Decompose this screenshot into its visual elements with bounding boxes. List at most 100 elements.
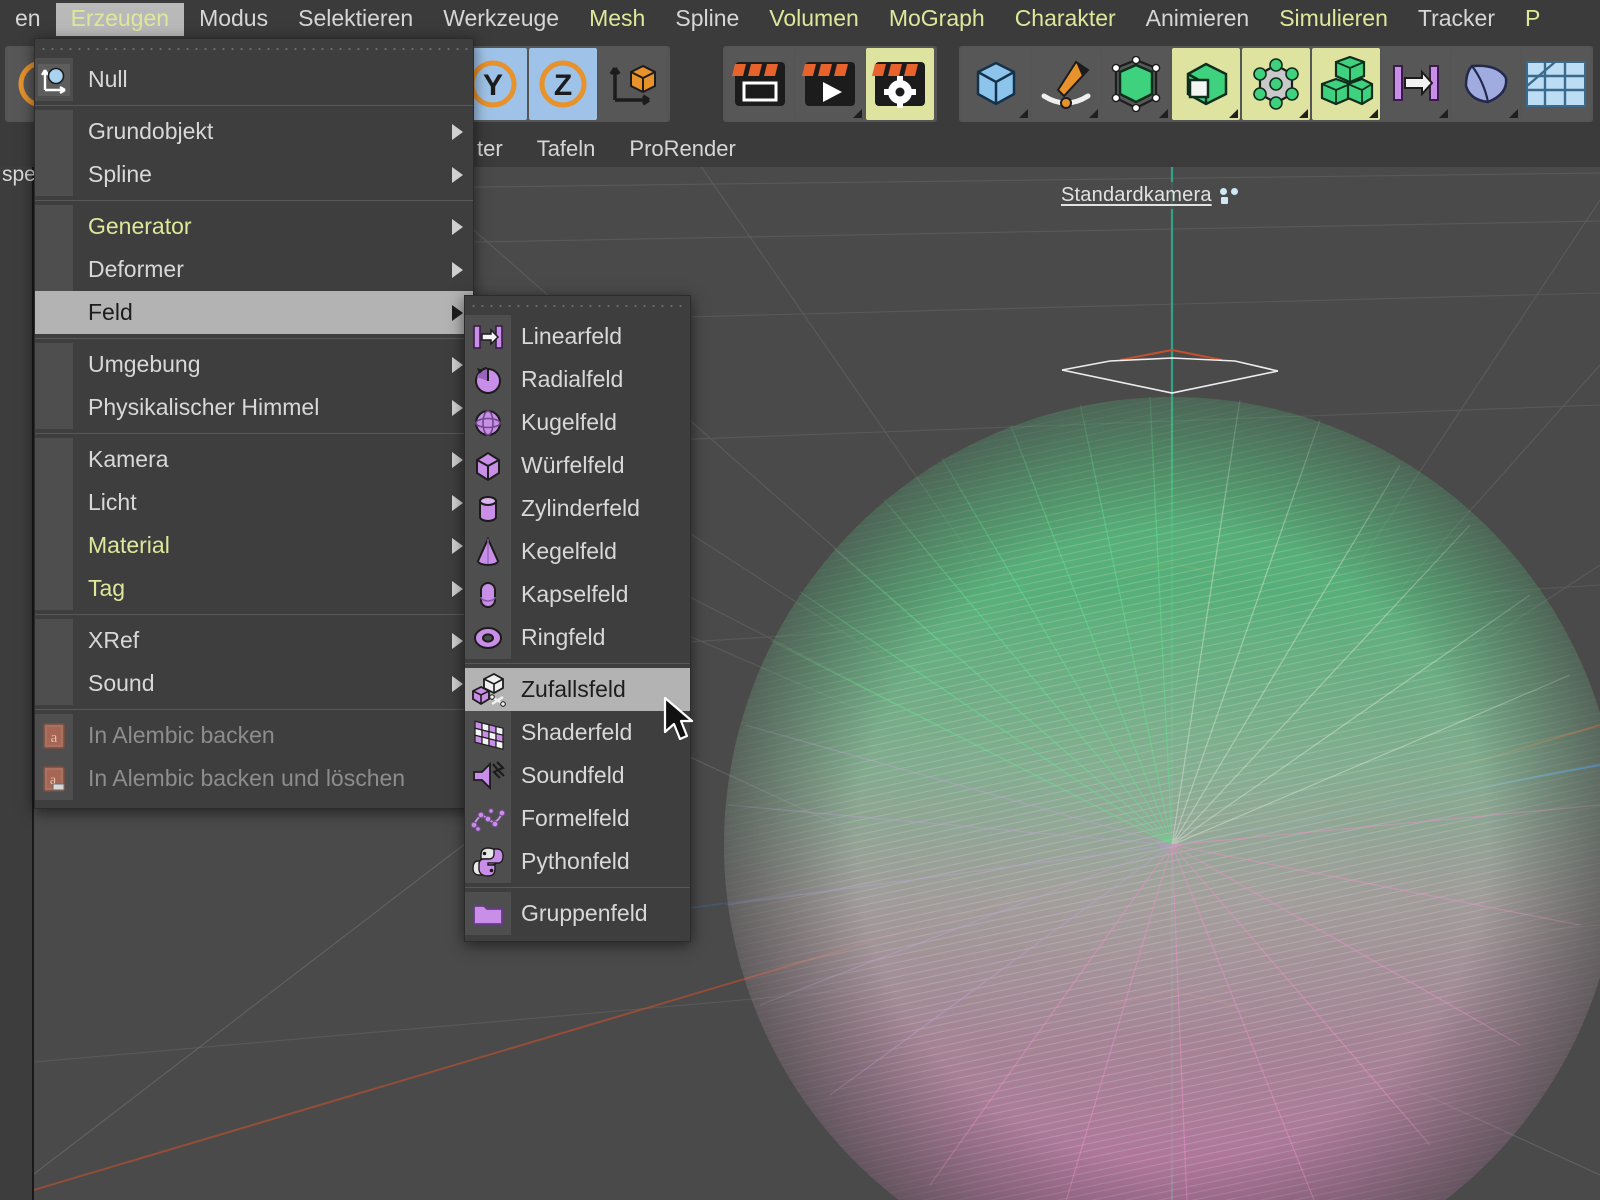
menu-group-primitives: Grundobjekt Spline [35, 110, 473, 196]
spherical-field-icon [465, 404, 511, 442]
menu-item-alembic-bake-label: In Alembic backen [88, 722, 275, 748]
submenu-item-soundfeld[interactable]: Soundfeld [465, 754, 690, 797]
subtab-prorender[interactable]: ProRender [612, 136, 752, 162]
menubar-item-selektieren[interactable]: Selektieren [283, 3, 428, 36]
submenu-item-gruppenfeld[interactable]: Gruppenfeld [465, 892, 690, 935]
menu-separator [35, 338, 473, 339]
add-plane-button[interactable] [1522, 48, 1590, 120]
menu-item-feld[interactable]: Feld [35, 291, 473, 334]
toolbar-group-objects[interactable] [959, 46, 1593, 122]
submenu-item-radialfeld[interactable]: Radialfeld [465, 358, 690, 401]
submenu-item-ringfeld[interactable]: Ringfeld [465, 616, 690, 659]
submenu-tearoff-handle[interactable] [469, 299, 686, 313]
submenu-item-ringfeld-label: Ringfeld [521, 624, 606, 650]
menu-item-deformer[interactable]: Deformer [35, 248, 473, 291]
menu-item-physikalischer-himmel[interactable]: Physikalischer Himmel [35, 386, 473, 429]
menu-item-spline[interactable]: Spline [35, 153, 473, 196]
add-generator-button[interactable] [1102, 48, 1170, 120]
menubar-item-werkzeuge[interactable]: Werkzeuge [428, 3, 574, 36]
menu-item-tag-label: Tag [88, 575, 126, 601]
add-scene-object-button[interactable] [1242, 48, 1310, 120]
camera-label[interactable]: Standardkamera [1055, 182, 1248, 209]
menu-item-material-label: Material [88, 532, 170, 558]
submenu-item-zylinderfeld[interactable]: Zylinderfeld [465, 487, 690, 530]
empty-icon-slot [35, 441, 73, 479]
submenu-item-pythonfeld[interactable]: Pythonfeld [465, 840, 690, 883]
menubar-item-spline[interactable]: Spline [660, 3, 754, 36]
render-view-button[interactable] [725, 48, 794, 120]
menu-item-generator-label: Generator [88, 213, 192, 239]
submenu-item-kegelfeld[interactable]: Kegelfeld [465, 530, 690, 573]
submenu-item-shaderfeld[interactable]: Shaderfeld [465, 711, 690, 754]
submenu-item-zufallsfeld[interactable]: Zufallsfeld [465, 668, 690, 711]
svg-text:Y: Y [483, 69, 503, 102]
world-object-axis-button[interactable] [598, 48, 667, 120]
add-field-button[interactable] [1382, 48, 1450, 120]
menu-item-tag[interactable]: Tag [35, 567, 473, 610]
menubar-item-simulieren[interactable]: Simulieren [1264, 3, 1403, 36]
toolbar-group-render[interactable] [722, 46, 937, 122]
add-bend-deformer-button[interactable] [1452, 48, 1520, 120]
alembic-delete-icon: a [35, 760, 73, 798]
empty-icon-slot [35, 113, 73, 151]
menu-group-scene: Kamera Licht Material Tag [35, 438, 473, 610]
submenu-group-shape-fields: Linearfeld Radialfeld Kugelfeld Würfelfe… [465, 315, 690, 659]
menu-item-material[interactable]: Material [35, 524, 473, 567]
menubar-item-clipped-right[interactable]: P [1510, 3, 1555, 36]
svg-text:a: a [51, 730, 58, 746]
render-queue-button[interactable] [795, 48, 864, 120]
python-field-icon [465, 843, 511, 881]
menu-item-xref[interactable]: XRef [35, 619, 473, 662]
menubar-item-charakter[interactable]: Charakter [1000, 3, 1131, 36]
menubar-item-mesh[interactable]: Mesh [574, 3, 660, 36]
menu-item-kamera-label: Kamera [88, 446, 169, 472]
empty-icon-slot [35, 156, 73, 194]
axis-z-button[interactable]: Z [528, 48, 597, 120]
menu-item-grundobjekt[interactable]: Grundobjekt [35, 110, 473, 153]
submenu-item-wuerfelfeld[interactable]: Würfelfeld [465, 444, 690, 487]
group-field-icon [465, 895, 511, 933]
empty-icon-slot [35, 251, 73, 289]
add-deformer-button[interactable] [1172, 48, 1240, 120]
menu-item-licht[interactable]: Licht [35, 481, 473, 524]
menu-item-null[interactable]: Null [35, 58, 473, 101]
menu-item-sound[interactable]: Sound [35, 662, 473, 705]
submenu-item-pythonfeld-label: Pythonfeld [521, 848, 630, 874]
linear-field-icon [465, 318, 511, 356]
menu-item-umgebung[interactable]: Umgebung [35, 343, 473, 386]
torus-field-icon [465, 619, 511, 657]
submenu-item-formelfeld[interactable]: Formelfeld [465, 797, 690, 840]
feld-submenu[interactable]: Linearfeld Radialfeld Kugelfeld Würfelfe… [464, 295, 691, 942]
menubar-item-clipped-left[interactable]: en [0, 3, 56, 36]
menubar-item-erzeugen[interactable]: Erzeugen [55, 2, 185, 36]
menubar[interactable]: en Erzeugen Modus Selektieren Werkzeuge … [0, 0, 1600, 38]
subtab-tafeln[interactable]: Tafeln [520, 136, 613, 162]
menu-tearoff-handle[interactable] [39, 42, 469, 56]
empty-icon-slot [35, 389, 73, 427]
cone-field-icon [465, 533, 511, 571]
menu-separator [35, 709, 473, 710]
menubar-item-animieren[interactable]: Animieren [1131, 3, 1265, 36]
empty-icon-slot [35, 208, 73, 246]
menubar-item-volumen[interactable]: Volumen [754, 3, 874, 36]
capsule-field-icon [465, 576, 511, 614]
menu-group-environment: Umgebung Physikalischer Himmel [35, 343, 473, 429]
submenu-item-kapselfeld[interactable]: Kapselfeld [465, 573, 690, 616]
menu-separator [35, 614, 473, 615]
submenu-item-kugelfeld[interactable]: Kugelfeld [465, 401, 690, 444]
menubar-item-modus[interactable]: Modus [184, 3, 283, 36]
menu-item-alembic-bake-delete: a In Alembic backen und löschen [35, 757, 473, 800]
formula-field-icon [465, 800, 511, 838]
add-spline-button[interactable] [1032, 48, 1100, 120]
add-cube-object-button[interactable] [962, 48, 1030, 120]
erzeugen-dropdown-menu[interactable]: Null Grundobjekt Spline Generator Deform… [34, 38, 474, 809]
sound-field-icon [465, 757, 511, 795]
add-mograph-object-button[interactable] [1312, 48, 1380, 120]
menubar-item-mograph[interactable]: MoGraph [874, 3, 1000, 36]
menubar-item-tracker[interactable]: Tracker [1403, 3, 1510, 36]
submenu-item-linearfeld[interactable]: Linearfeld [465, 315, 690, 358]
render-settings-button[interactable] [865, 48, 934, 120]
left-dock-panel[interactable] [0, 126, 34, 1200]
menu-item-generator[interactable]: Generator [35, 205, 473, 248]
menu-item-kamera[interactable]: Kamera [35, 438, 473, 481]
